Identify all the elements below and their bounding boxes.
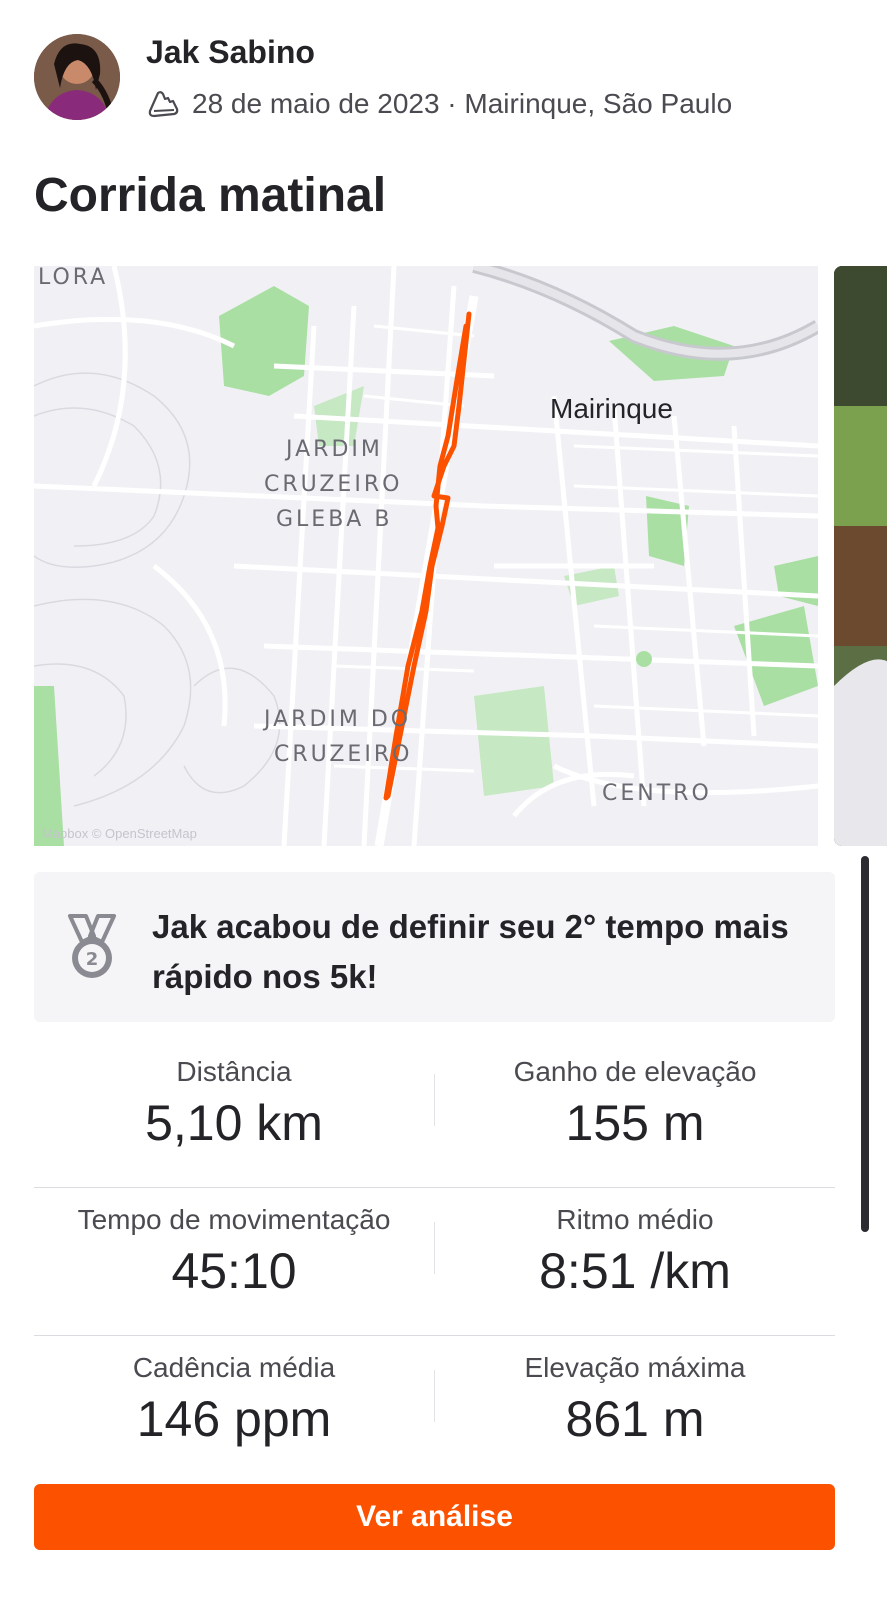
map-canvas: LORA Mairinque JARDIM CRUZEIRO GLEBA B J…: [34, 266, 818, 846]
scrollbar[interactable]: [861, 856, 869, 1232]
map-label-jardim-gleba-2: CRUZEIRO: [264, 472, 402, 497]
achievement-text: Jak acabou de definir seu 2° tempo mais …: [152, 908, 789, 995]
map-label-centro: CENTRO: [602, 781, 712, 806]
stat-value: 8:51 /km: [539, 1243, 731, 1299]
stat-value: 861 m: [565, 1391, 705, 1447]
map-attribution: Mapbox © OpenStreetMap: [42, 826, 197, 841]
stat-value: 155 m: [565, 1095, 705, 1151]
stat-label: Tempo de movimentação: [77, 1204, 391, 1235]
map-label-jardim-gleba-1: JARDIM: [284, 437, 383, 462]
stats-grid: Distância 5,10 km Ganho de elevação 155 …: [34, 1040, 835, 1484]
map-label-jardim-gleba-3: GLEBA B: [276, 507, 392, 532]
activity-meta: 28 de maio de 2023 · Mairinque, São Paul…: [146, 86, 732, 122]
stat-label: Ritmo médio: [556, 1204, 714, 1235]
map-roundabout-park: [636, 651, 652, 667]
stat-max-elevation: Elevação máxima 861 m: [435, 1336, 835, 1484]
map-label-jardim-do-2: CRUZEIRO: [274, 742, 412, 767]
stat-label: Elevação máxima: [524, 1352, 746, 1383]
stat-value: 45:10: [171, 1243, 297, 1299]
activity-date-location: 28 de maio de 2023 · Mairinque, São Paul…: [192, 88, 733, 119]
stat-moving-time: Tempo de movimentação 45:10: [34, 1188, 434, 1336]
stat-row: Tempo de movimentação 45:10 Ritmo médio …: [34, 1188, 835, 1336]
map-label-flora: LORA: [38, 266, 108, 290]
stat-elevation-gain: Ganho de elevação 155 m: [435, 1040, 835, 1188]
medal-2-icon: 2: [68, 914, 116, 978]
stat-value: 5,10 km: [145, 1095, 323, 1151]
avatar[interactable]: [34, 34, 120, 120]
running-shoe-icon: [148, 91, 179, 118]
map-label-jardim-do-1: JARDIM DO: [262, 707, 411, 732]
activity-photo-thumbnail[interactable]: [834, 266, 887, 846]
stat-label: Ganho de elevação: [513, 1056, 757, 1087]
stat-value: 146 ppm: [136, 1391, 332, 1447]
view-analysis-button[interactable]: Ver análise: [34, 1484, 835, 1550]
stat-row: Cadência média 146 ppm Elevação máxima 8…: [34, 1336, 835, 1484]
stat-label: Cadência média: [132, 1352, 336, 1383]
svg-text:2: 2: [86, 949, 99, 970]
stat-cadence: Cadência média 146 ppm: [34, 1336, 434, 1484]
map-label-mairinque: Mairinque: [550, 393, 673, 424]
activity-title[interactable]: Corrida matinal: [34, 168, 386, 223]
activity-header: Jak Sabino 28 de maio de 2023 · Mairinqu…: [34, 34, 854, 124]
stat-label: Distância: [176, 1056, 292, 1087]
stat-row: Distância 5,10 km Ganho de elevação 155 …: [34, 1040, 835, 1188]
athlete-name[interactable]: Jak Sabino: [146, 34, 315, 71]
stat-pace: Ritmo médio 8:51 /km: [435, 1188, 835, 1336]
stat-distance: Distância 5,10 km: [34, 1040, 434, 1188]
achievement-banner[interactable]: 2 Jak acabou de definir seu 2° tempo mai…: [34, 872, 835, 1022]
route-map[interactable]: LORA Mairinque JARDIM CRUZEIRO GLEBA B J…: [34, 266, 818, 846]
